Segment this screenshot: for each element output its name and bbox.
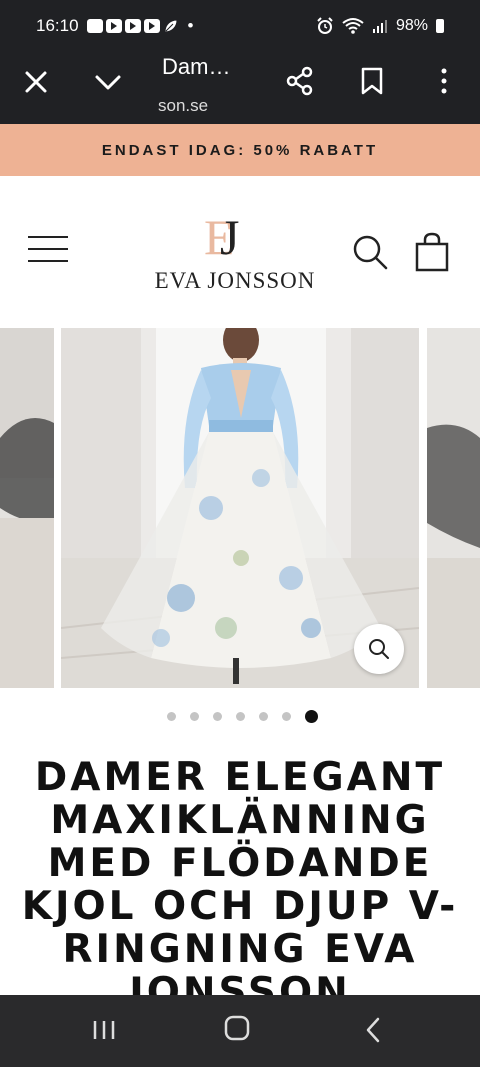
bookmark-icon[interactable] — [360, 67, 384, 95]
status-time: 16:10 — [36, 16, 79, 35]
gallery-dot[interactable] — [258, 711, 268, 721]
promo-banner[interactable]: ENDAST IDAG: 50% RABATT — [0, 124, 480, 176]
menu-icon[interactable] — [28, 236, 68, 266]
brand-name[interactable]: EVA JONSSON — [0, 268, 470, 294]
page-tab-title: Dam… — [162, 54, 231, 79]
status-bar: 16:10 • 98% — [0, 0, 480, 52]
chevron-down-icon[interactable] — [94, 68, 122, 96]
promo-text: ENDAST IDAG: 50% RABATT — [101, 141, 379, 159]
recent-apps-icon[interactable] — [92, 1019, 116, 1041]
magnifier-icon — [369, 639, 389, 659]
gallery-previous-image[interactable] — [0, 328, 54, 688]
gallery-dot[interactable] — [166, 711, 176, 721]
app-notification-icon — [86, 19, 103, 33]
brand-monogram-logo[interactable]: E J — [200, 208, 250, 262]
site-header: E J EVA JONSSON — [0, 176, 480, 328]
cart-bag-icon[interactable] — [414, 232, 450, 272]
signal-icon — [372, 20, 387, 33]
browser-toolbar: Dam… son.se — [0, 52, 480, 124]
gallery-pagination — [0, 707, 480, 725]
battery-icon — [436, 19, 444, 33]
close-icon[interactable] — [22, 68, 50, 96]
gallery-dot[interactable] — [189, 711, 199, 721]
more-options-icon[interactable] — [434, 66, 454, 96]
product-title: DAMER ELEGANT MAXIKLÄNNING MED FLÖDANDE … — [21, 756, 459, 996]
wifi-icon — [342, 18, 364, 34]
youtube-icon — [124, 19, 141, 33]
more-notifications-dot: • — [187, 16, 194, 35]
product-gallery[interactable] — [0, 328, 480, 690]
leaf-icon — [164, 19, 178, 33]
alarm-icon — [317, 17, 333, 34]
youtube-icon — [143, 19, 160, 33]
svg-text:J: J — [220, 209, 239, 262]
system-navigation-bar — [0, 995, 480, 1067]
gallery-next-image[interactable] — [427, 328, 480, 688]
gallery-dot[interactable] — [212, 711, 222, 721]
share-icon[interactable] — [286, 66, 314, 96]
battery-percent: 98% — [395, 17, 428, 34]
home-icon[interactable] — [224, 1015, 250, 1041]
notification-icons: • — [86, 16, 194, 36]
zoom-button[interactable] — [354, 624, 404, 674]
gallery-dot[interactable] — [281, 711, 291, 721]
gallery-dot[interactable] — [235, 711, 245, 721]
back-icon[interactable] — [364, 1017, 382, 1043]
search-icon[interactable] — [352, 234, 388, 270]
gallery-dot[interactable] — [304, 709, 318, 723]
page-url[interactable]: son.se — [158, 96, 208, 116]
youtube-icon — [105, 19, 122, 33]
